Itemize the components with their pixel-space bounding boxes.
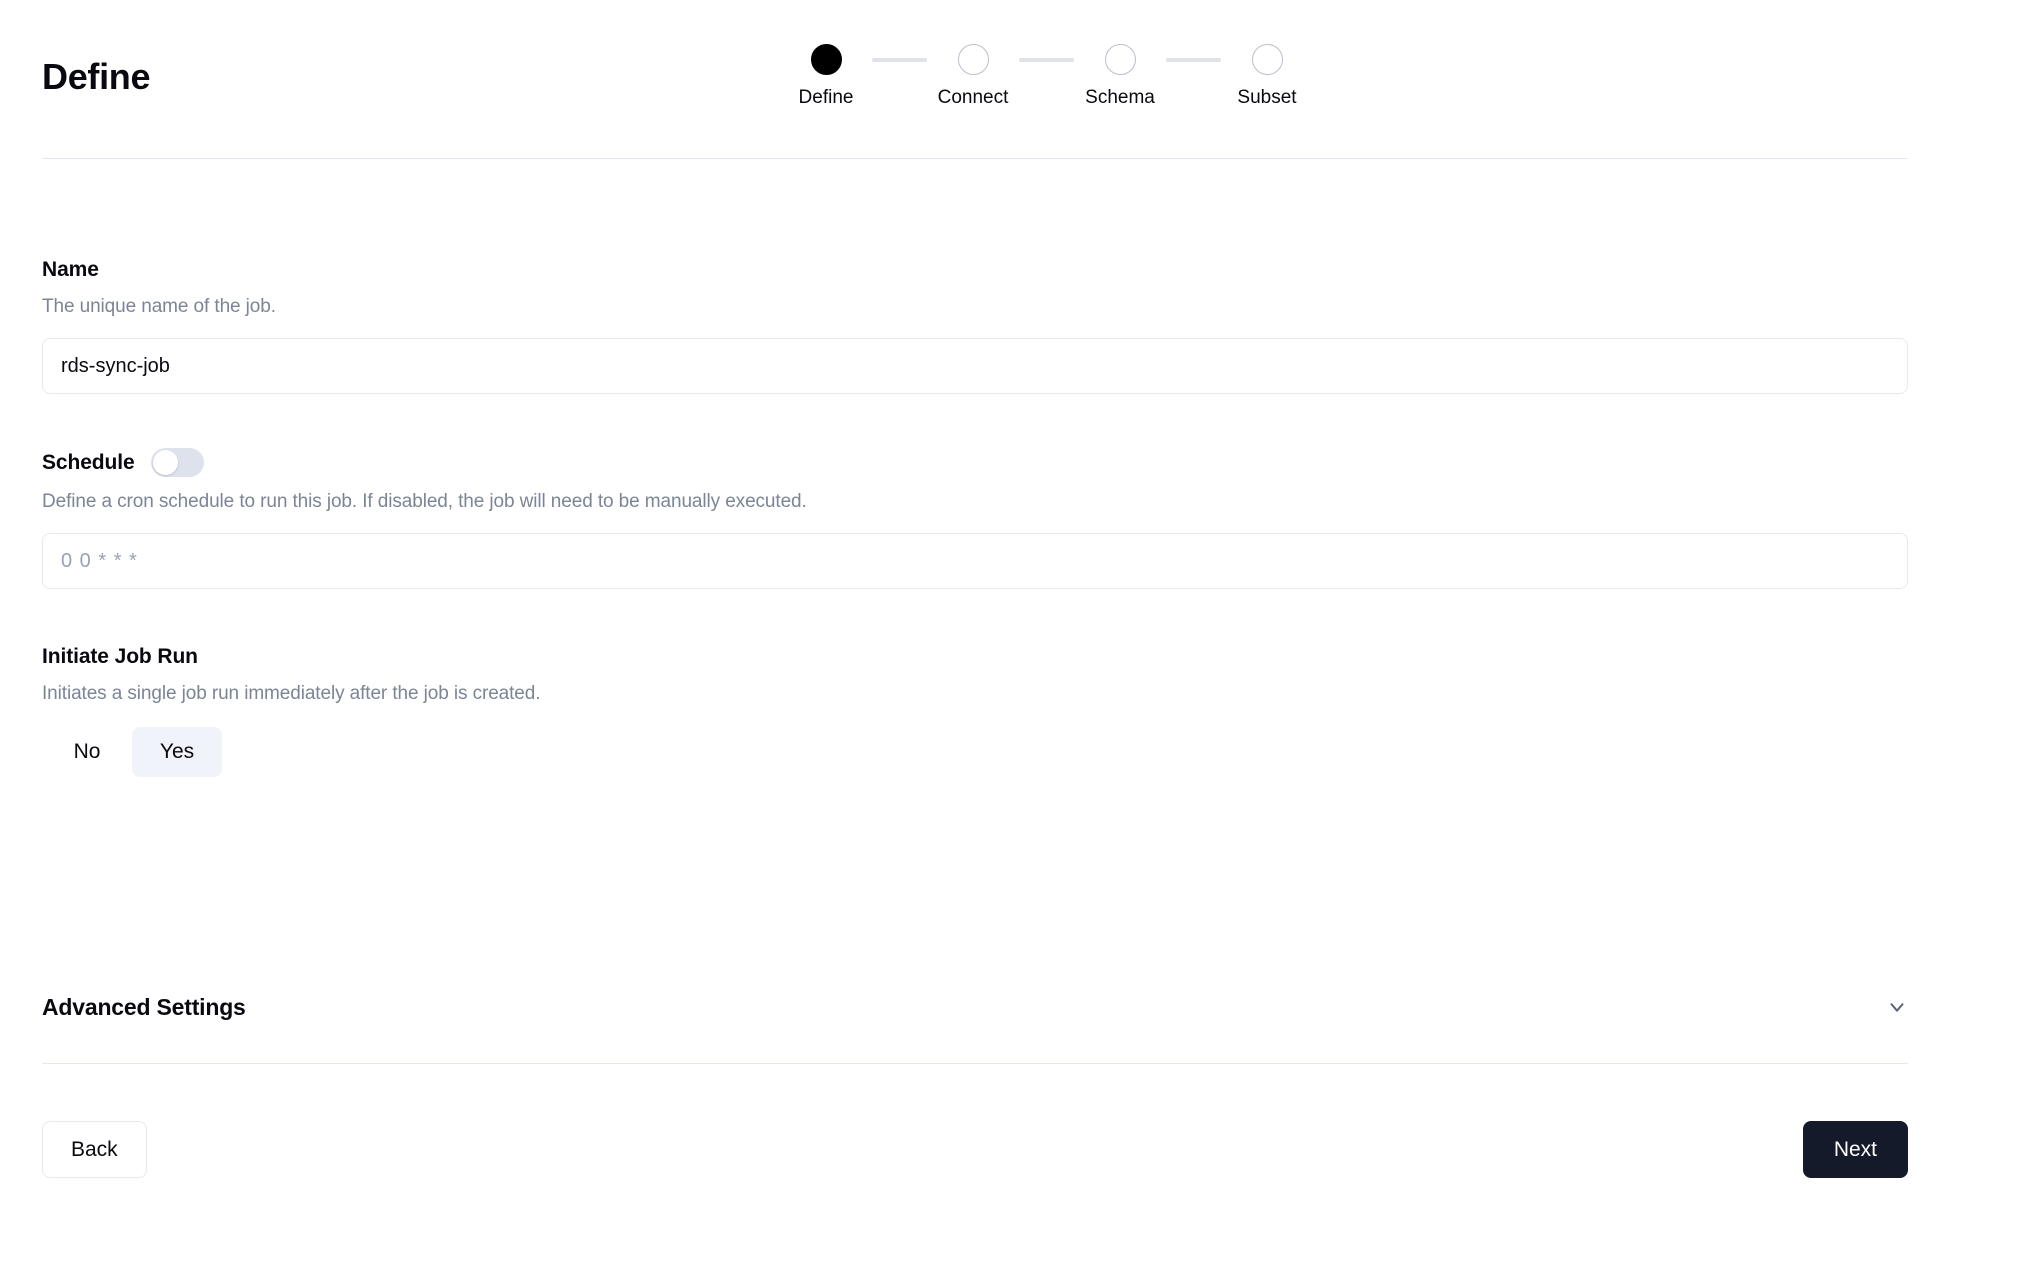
step-connector-2 [1019,58,1074,62]
step-connect-dot [957,44,989,75]
field-schedule: Schedule Define a cron schedule to run t… [42,448,1908,589]
step-connector-1 [872,58,927,62]
wizard-stepper: Define Connect Schema Subset [780,44,1313,109]
step-subset-dot [1251,44,1283,75]
define-form: Name The unique name of the job. Schedul… [42,258,1908,777]
wizard-footer: Back Next [42,1121,1908,1178]
chevron-down-icon [1890,1003,1904,1012]
schedule-description: Define a cron schedule to run this job. … [42,491,807,512]
name-label: Name [42,258,99,281]
step-define[interactable]: Define [780,44,872,109]
step-schema-label: Schema [1085,87,1155,108]
step-define-dot [810,44,842,75]
schedule-label: Schedule [42,450,135,474]
advanced-settings-toggle[interactable]: Advanced Settings [42,985,1908,1029]
field-initiate-job-run: Initiate Job Run Initiates a single job … [42,645,1908,777]
step-subset[interactable]: Subset [1221,44,1313,109]
schedule-toggle-knob [152,450,178,475]
header-divider [42,158,1908,159]
define-job-page: Define Define Connect Schema Subset Name… [0,0,2030,1274]
page-header: Define Define Connect Schema Subset [42,34,1908,124]
next-button[interactable]: Next [1802,1121,1908,1178]
schedule-label-row: Schedule [42,448,1908,477]
field-name: Name The unique name of the job. [42,258,1908,394]
schedule-toggle-switch[interactable] [150,448,204,477]
step-connector-3 [1166,58,1221,62]
step-schema-dot [1104,44,1136,75]
job-name-input[interactable] [42,338,1908,394]
step-schema[interactable]: Schema [1074,44,1166,109]
initiate-job-run-label: Initiate Job Run [42,645,198,668]
step-subset-label: Subset [1237,87,1297,108]
advanced-settings-title: Advanced Settings [42,993,246,1020]
footer-divider [42,1063,1908,1064]
page-title: Define [42,56,151,97]
step-connect[interactable]: Connect [927,44,1019,109]
back-button[interactable]: Back [42,1121,147,1178]
initiate-option-yes[interactable]: Yes [132,727,222,777]
initiate-job-run-toggle-group: No Yes [42,727,1908,777]
step-connect-label: Connect [937,87,1009,108]
cron-schedule-input[interactable] [42,533,1908,589]
initiate-job-run-description: Initiates a single job run immediately a… [42,683,541,704]
name-description: The unique name of the job. [42,296,276,317]
step-define-label: Define [798,87,854,108]
initiate-option-no[interactable]: No [42,727,132,777]
